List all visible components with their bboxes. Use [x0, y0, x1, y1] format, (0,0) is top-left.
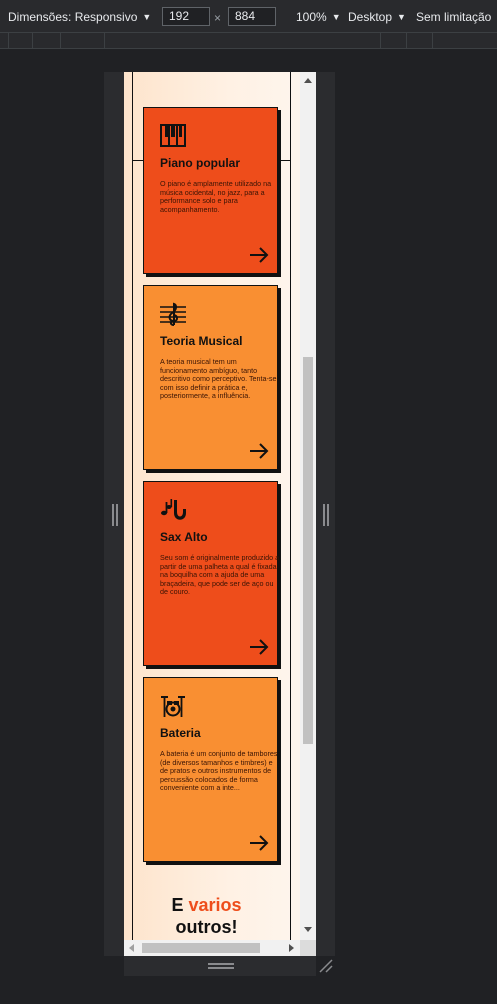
- card-sax-alto[interactable]: Sax Alto Seu som é originalmente produzi…: [143, 481, 280, 666]
- card-title: Sax Alto: [160, 530, 208, 544]
- card-title: Teoria Musical: [160, 334, 243, 348]
- horizontal-scroll-thumb[interactable]: [142, 943, 260, 953]
- dimensions-label: Dimensões: Responsivo: [8, 10, 138, 24]
- card-bateria[interactable]: Bateria A bateria é um conjunto de tambo…: [143, 677, 278, 862]
- scroll-left-arrow-icon[interactable]: [129, 944, 134, 952]
- device-toolbar: Dimensões: Responsivo ▼ 192 × 884 100% ▼ D…: [0, 0, 497, 33]
- arrow-right-icon[interactable]: [249, 443, 269, 459]
- card-description: Seu som é originalmente produzido a part…: [160, 553, 280, 596]
- caret-down-icon: ▼: [397, 12, 406, 22]
- right-border-line: [290, 72, 291, 956]
- arrow-right-icon[interactable]: [249, 639, 269, 655]
- drum-kit-icon: [161, 696, 185, 717]
- arrow-right-icon[interactable]: [249, 247, 269, 263]
- footer-prefix: E: [171, 895, 184, 915]
- card-description: O piano é amplamente utilizado na música…: [160, 179, 272, 214]
- scroll-down-arrow-icon[interactable]: [304, 927, 312, 932]
- scroll-up-arrow-icon[interactable]: [304, 78, 312, 83]
- footer-suffix: outros!: [175, 917, 238, 937]
- page-viewport: Piano popular O piano é amplamente utili…: [124, 72, 316, 956]
- horizontal-scrollbar[interactable]: [124, 940, 300, 956]
- height-input[interactable]: 884: [228, 7, 276, 26]
- caret-down-icon: ▼: [142, 12, 152, 22]
- footer-highlight: varios: [188, 895, 242, 915]
- media-query-bar[interactable]: [0, 33, 497, 49]
- device-type-label: Desktop: [348, 10, 393, 24]
- card-title: Bateria: [160, 726, 201, 740]
- throttle-dropdown[interactable]: Sem limitação: [416, 10, 491, 24]
- scrollbar-corner: [300, 940, 316, 956]
- vertical-scroll-thumb[interactable]: [303, 357, 313, 744]
- card-teoria-musical[interactable]: Teoria Musical A teoria musical tem um f…: [143, 285, 278, 470]
- scroll-right-arrow-icon[interactable]: [289, 944, 294, 952]
- bottom-resize-handle[interactable]: [124, 956, 316, 976]
- left-border-line: [132, 72, 133, 956]
- card-description: A bateria é um conjunto de tambores (de …: [160, 749, 278, 792]
- saxophone-icon: [161, 499, 186, 520]
- vertical-scrollbar[interactable]: [300, 72, 316, 940]
- right-resize-handle-line: [327, 504, 329, 526]
- throttle-label: Sem limitação: [416, 10, 492, 24]
- piano-icon: [160, 124, 186, 147]
- card-title: Piano popular: [160, 156, 241, 170]
- caret-down-icon: ▼: [331, 12, 341, 22]
- right-resize-handle[interactable]: [323, 504, 325, 526]
- left-resize-handle-line: [116, 504, 118, 526]
- times-sign: ×: [214, 11, 222, 25]
- corner-resize-icon[interactable]: [318, 958, 334, 974]
- card-description: A teoria musical tem um funcionamento am…: [160, 357, 277, 400]
- dimensions-dropdown[interactable]: Dimensões: Responsivo ▼: [8, 10, 151, 24]
- treble-clef-icon: [160, 302, 186, 326]
- width-input[interactable]: 192: [162, 7, 210, 26]
- header-line-right: [278, 160, 290, 161]
- arrow-right-icon[interactable]: [249, 835, 269, 851]
- zoom-label: 100%: [296, 10, 327, 24]
- zoom-dropdown[interactable]: 100% ▼: [296, 10, 341, 24]
- left-resize-handle[interactable]: [112, 504, 114, 526]
- card-piano[interactable]: Piano popular O piano é amplamente utili…: [143, 107, 278, 274]
- more-instruments-heading: E varios outros!: [124, 894, 289, 938]
- device-type-dropdown[interactable]: Desktop ▼: [348, 10, 406, 24]
